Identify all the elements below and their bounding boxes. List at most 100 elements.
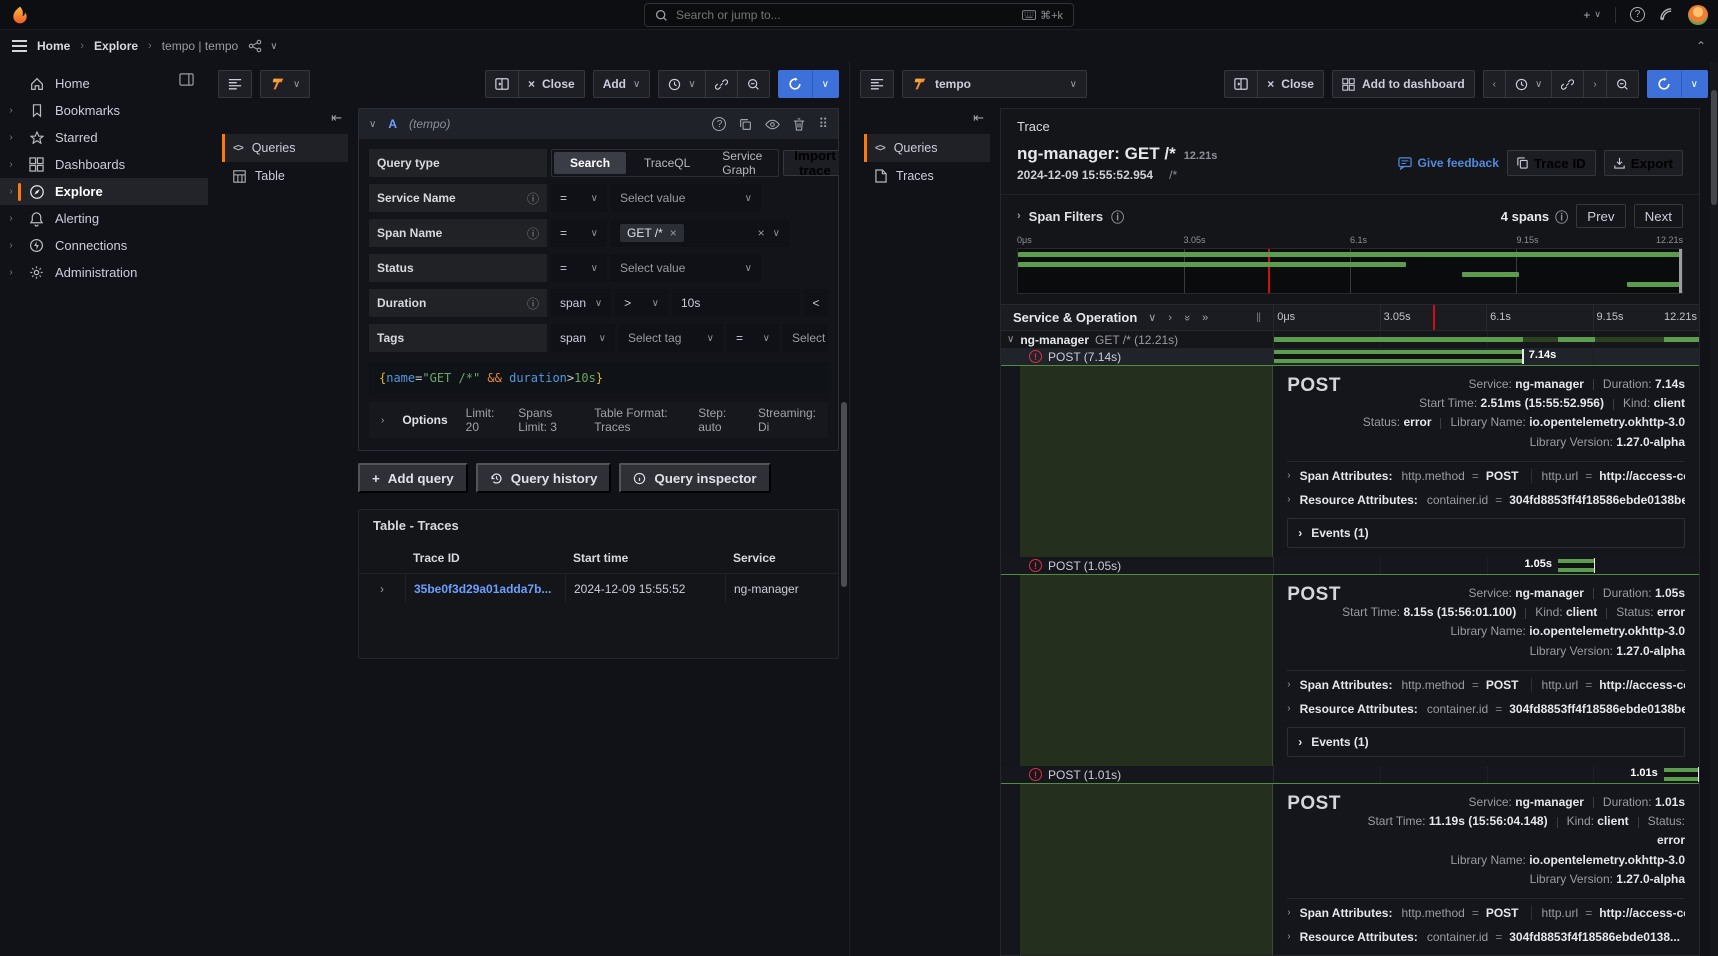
span-attributes-row[interactable]: › Span Attributes: http.method=POST http… xyxy=(1287,901,1685,925)
run-query-button-left[interactable] xyxy=(778,70,812,98)
chevron-down-icon[interactable]: ∨ xyxy=(270,41,277,52)
run-query-button-right[interactable] xyxy=(1647,70,1681,98)
span-row-post-1-05s[interactable]: ! POST (1.05s) 1.05s xyxy=(1001,557,1699,574)
split-pane-button-right[interactable] xyxy=(1224,70,1258,98)
sidebar-item-alerting[interactable]: › Alerting xyxy=(0,205,208,232)
resource-attributes-row[interactable]: › Resource Attributes: container.id=304f… xyxy=(1287,697,1685,721)
duration-max-operator-select[interactable]: < xyxy=(804,289,828,317)
sidebar-item-connections[interactable]: › Connections xyxy=(0,232,208,259)
remove-chip-icon[interactable]: × xyxy=(670,226,677,240)
right-pane-scrollbar[interactable] xyxy=(1711,90,1717,205)
run-query-interval-chevron-right[interactable]: ∨ xyxy=(1681,70,1708,98)
breadcrumb-explore[interactable]: Explore xyxy=(94,39,138,53)
table-row[interactable]: › 35be0f3d29a01adda7b... 2024-12-09 15:5… xyxy=(359,573,838,603)
duration-operator-select[interactable]: >∨ xyxy=(615,289,668,317)
duplicate-query-icon[interactable] xyxy=(739,118,752,131)
query-library-button-right[interactable] xyxy=(860,70,894,98)
prev-span-button[interactable]: Prev xyxy=(1576,204,1625,228)
events-row[interactable]: ›Events (1) xyxy=(1287,727,1685,757)
query-type-search[interactable]: Search xyxy=(554,152,626,174)
right-pane-scrollbar-track[interactable] xyxy=(1710,62,1718,956)
share-icon[interactable] xyxy=(248,39,262,53)
tags-operator-select[interactable]: =∨ xyxy=(727,324,779,352)
left-pane-scrollbar[interactable] xyxy=(841,402,847,587)
row-expander-icon[interactable]: › xyxy=(359,582,405,596)
sidebar-item-administration[interactable]: › Administration xyxy=(0,259,208,286)
span-bar[interactable] xyxy=(1274,350,1522,363)
chevron-down-icon[interactable]: ∨ xyxy=(1007,334,1014,345)
events-row[interactable]: ›Events (1) xyxy=(1287,518,1685,548)
sidebar-item-home[interactable]: Home xyxy=(0,70,208,97)
column-start-time[interactable]: Start time xyxy=(565,551,725,565)
datasource-picker-left[interactable]: ∨ xyxy=(260,70,310,98)
expand-one-icon[interactable]: › xyxy=(1168,312,1172,324)
breadcrumb-home[interactable]: Home xyxy=(37,39,70,53)
split-pane-button-left[interactable] xyxy=(485,70,519,98)
toggle-visibility-icon[interactable] xyxy=(765,119,780,130)
span-filters-toggle[interactable]: ›Span Filtersⓘ xyxy=(1017,207,1124,226)
span-row-post-7s[interactable]: ! POST (7.14s) 7.14s xyxy=(1001,348,1699,365)
next-span-button[interactable]: Next xyxy=(1634,204,1683,228)
collapse-all-icon[interactable]: » xyxy=(1181,314,1193,320)
span-name-operator-select[interactable]: =∨ xyxy=(551,219,607,247)
add-dropdown-left[interactable]: Add∨ xyxy=(593,70,651,98)
user-avatar[interactable] xyxy=(1688,5,1708,25)
resource-attributes-row[interactable]: › Resource Attributes: container.id=304f… xyxy=(1287,488,1685,512)
sidebar-item-bookmarks[interactable]: › Bookmarks xyxy=(0,97,208,124)
time-picker-left[interactable]: ∨ xyxy=(658,70,705,98)
rail-item-table[interactable]: Table xyxy=(222,162,348,190)
query-type-traceql[interactable]: TraceQL xyxy=(628,150,706,176)
add-new-button[interactable]: + ∨ xyxy=(1583,8,1601,22)
span-name-value-select[interactable]: GET /*× ×∨ xyxy=(611,219,789,247)
column-service[interactable]: Service xyxy=(725,551,838,565)
span-bar[interactable] xyxy=(1664,768,1699,781)
resource-attributes-row[interactable]: › Resource Attributes: container.id=304f… xyxy=(1287,925,1685,949)
span-bar[interactable] xyxy=(1558,559,1595,572)
zoom-out-button-right[interactable] xyxy=(1607,70,1639,98)
drag-handle-icon[interactable]: ⠿ xyxy=(818,116,828,132)
expand-all-icon[interactable]: » xyxy=(1202,312,1208,324)
collapse-rail-icon[interactable]: ⇤ xyxy=(973,110,984,126)
query-type-service-graph[interactable]: Service Graph xyxy=(706,150,778,176)
rail-item-queries-right[interactable]: <> Queries xyxy=(864,134,990,162)
minimap-drag-handle[interactable] xyxy=(1679,249,1682,293)
column-resize-handle[interactable]: ‖ xyxy=(1256,310,1261,325)
minimap-canvas[interactable] xyxy=(1017,248,1683,294)
status-value-select[interactable]: Select value∨ xyxy=(611,254,761,282)
trace-id-button[interactable]: Trace ID xyxy=(1507,150,1596,176)
give-feedback-link[interactable]: Give feedback xyxy=(1398,156,1499,170)
add-query-button[interactable]: +Add query xyxy=(358,463,468,493)
collapse-one-icon[interactable]: ∨ xyxy=(1148,311,1156,324)
rail-item-traces[interactable]: Traces xyxy=(864,162,990,190)
span-name-chip[interactable]: GET /*× xyxy=(620,224,684,242)
time-shift-forward-button[interactable]: › xyxy=(1584,70,1606,98)
status-operator-select[interactable]: =∨ xyxy=(551,254,607,282)
grafana-logo[interactable] xyxy=(10,5,30,25)
permalink-button-right[interactable] xyxy=(1552,70,1584,98)
rail-item-queries[interactable]: <> Queries xyxy=(222,134,348,162)
tags-value-select[interactable]: Select va xyxy=(783,324,828,352)
span-attributes-row[interactable]: › Span Attributes: http.method=POST http… xyxy=(1287,673,1685,697)
query-inspector-button[interactable]: Query inspector xyxy=(619,463,770,493)
add-to-dashboard-button[interactable]: Add to dashboard xyxy=(1332,70,1475,98)
duration-scope-select[interactable]: span∨ xyxy=(551,289,611,317)
query-library-button[interactable] xyxy=(218,70,252,98)
column-trace-id[interactable]: Trace ID xyxy=(405,551,565,565)
import-trace-button[interactable]: Import trace xyxy=(783,150,839,176)
service-name-operator-select[interactable]: =∨ xyxy=(551,184,607,212)
close-pane-button-left[interactable]: ×Close xyxy=(519,70,585,98)
span-attributes-row[interactable]: › Span Attributes: http.method=POST http… xyxy=(1287,464,1685,488)
service-name-value-select[interactable]: Select value∨ xyxy=(611,184,761,212)
time-picker-right[interactable]: ∨ xyxy=(1506,70,1552,98)
span-row-post-1-01s[interactable]: ! POST (1.01s) 1.01s xyxy=(1001,766,1699,783)
sidebar-item-explore[interactable]: › Explore xyxy=(0,178,208,205)
search-input[interactable] xyxy=(676,8,1014,22)
chevron-up-icon[interactable]: ⌃ xyxy=(1696,39,1706,53)
collapse-query-icon[interactable]: ∨ xyxy=(369,119,376,130)
collapse-rail-icon[interactable]: ⇤ xyxy=(331,110,342,126)
remove-query-icon[interactable] xyxy=(793,118,805,131)
query-options-row[interactable]: › Options Limit: 20 Spans Limit: 3 Table… xyxy=(369,402,828,438)
clear-select-icon[interactable]: × xyxy=(758,226,765,240)
trace-id-link[interactable]: 35be0f3d29a01adda7b... xyxy=(414,582,551,596)
span-row-root[interactable]: ∨ ng-manager GET /* (12.21s) xyxy=(1001,331,1699,348)
